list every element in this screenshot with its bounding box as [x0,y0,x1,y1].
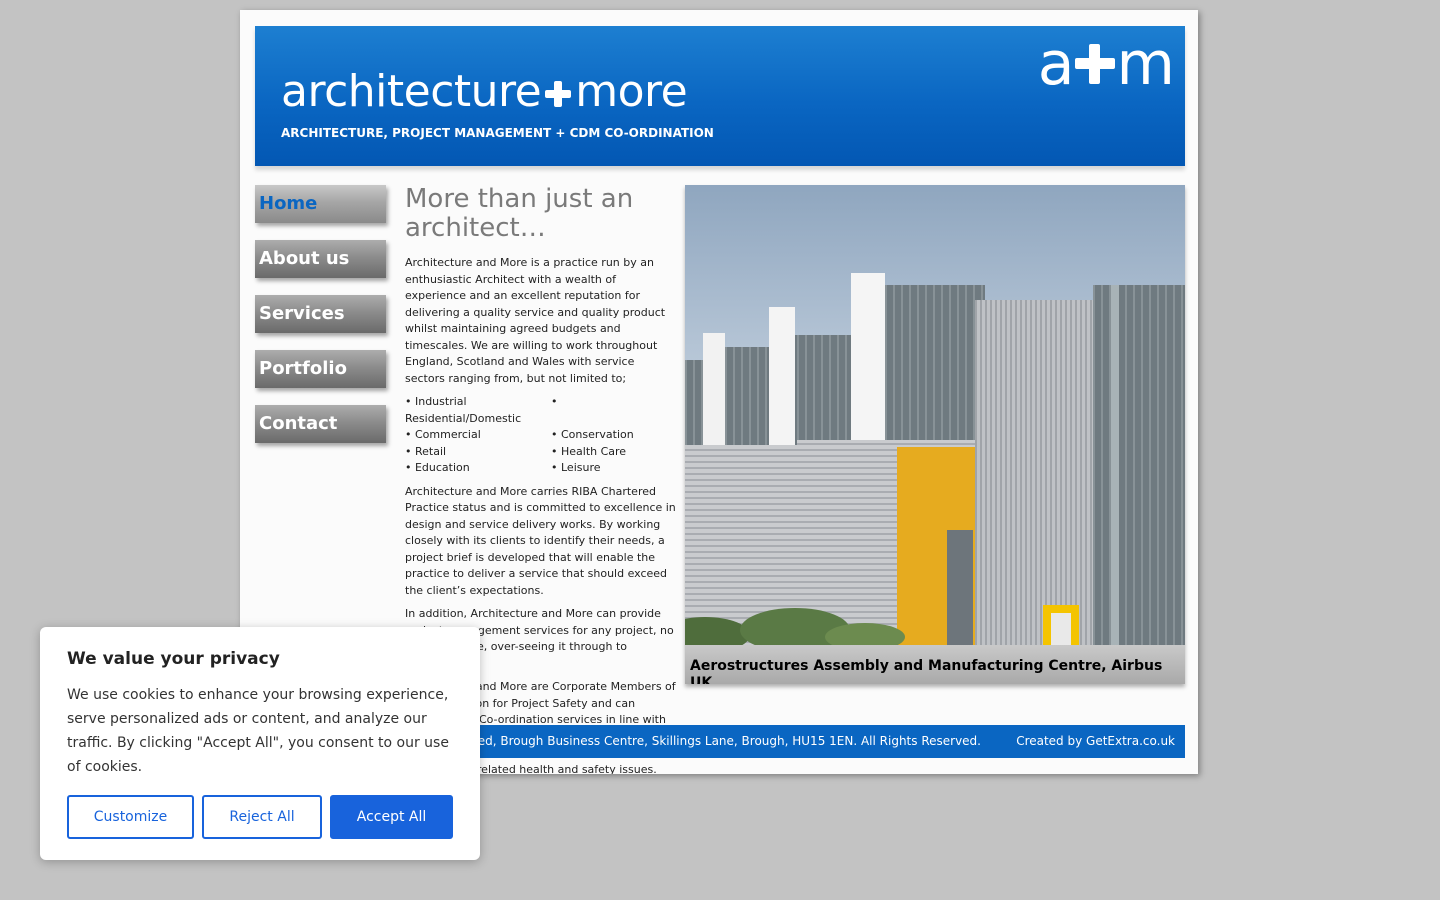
tagline: ARCHITECTURE, PROJECT MANAGEMENT + CDM C… [281,126,714,140]
cookie-text: We use cookies to enhance your browsing … [67,687,449,775]
list-item: • Conservation [551,428,634,441]
cookie-title: We value your privacy [67,649,280,669]
list-item: • Health Care [551,444,627,458]
main-nav: Home About us Services Portfolio Contact [255,185,386,460]
am-logo: am [1038,34,1175,94]
logo-a: a [1037,29,1075,99]
plus-icon [1073,42,1117,86]
reject-all-button[interactable]: Reject All [202,795,322,839]
list-item: • Retail [405,444,447,458]
page-title: More than just an architect… [405,184,634,243]
footer-credit-link[interactable]: Created by GetExtra.co.uk [1016,725,1175,758]
nav-portfolio[interactable]: Portfolio [255,350,386,388]
list-item: • Industrial [405,395,467,408]
cookie-consent-banner: We value your privacy We use cookies to … [40,627,480,860]
list-item: • Leisure [551,461,601,474]
nav-contact[interactable]: Contact [255,405,386,443]
customize-button[interactable]: Customize [67,795,194,839]
list-item [551,411,671,428]
building-illustration [685,273,1185,645]
nav-about-us[interactable]: About us [255,240,386,278]
header-banner: architecture more ARCHITECTURE, PROJECT M… [255,26,1185,166]
riba-paragraph: Architecture and More carries RIBA Chart… [405,484,676,597]
photo-caption: Aerostructures Assembly and Manufacturin… [685,645,1185,684]
intro-paragraph: Architecture and More is a practice run … [405,256,666,385]
nav-services[interactable]: Services [255,295,386,333]
featured-project-photo: Aerostructures Assembly and Manufacturin… [685,185,1185,684]
list-item: • Education [405,461,470,474]
list-item: • [551,395,558,408]
nav-home[interactable]: Home [255,185,386,223]
logo-m: m [1116,29,1175,99]
sector-list: • Industrial • Residential/Domestic • Co… [405,394,677,477]
cookie-buttons: Customize Reject All Accept All [67,795,453,839]
plus-icon [543,79,573,109]
footer-copyright: ed, Brough Business Centre, Skillings La… [477,734,981,748]
brand-right: more [575,66,688,117]
site-logo-text[interactable]: architecture more [281,70,688,114]
brand-left: architecture [281,66,542,117]
list-item: • Commercial [405,428,481,441]
list-item: Residential/Domestic [405,411,522,425]
accept-all-button[interactable]: Accept All [330,795,453,839]
